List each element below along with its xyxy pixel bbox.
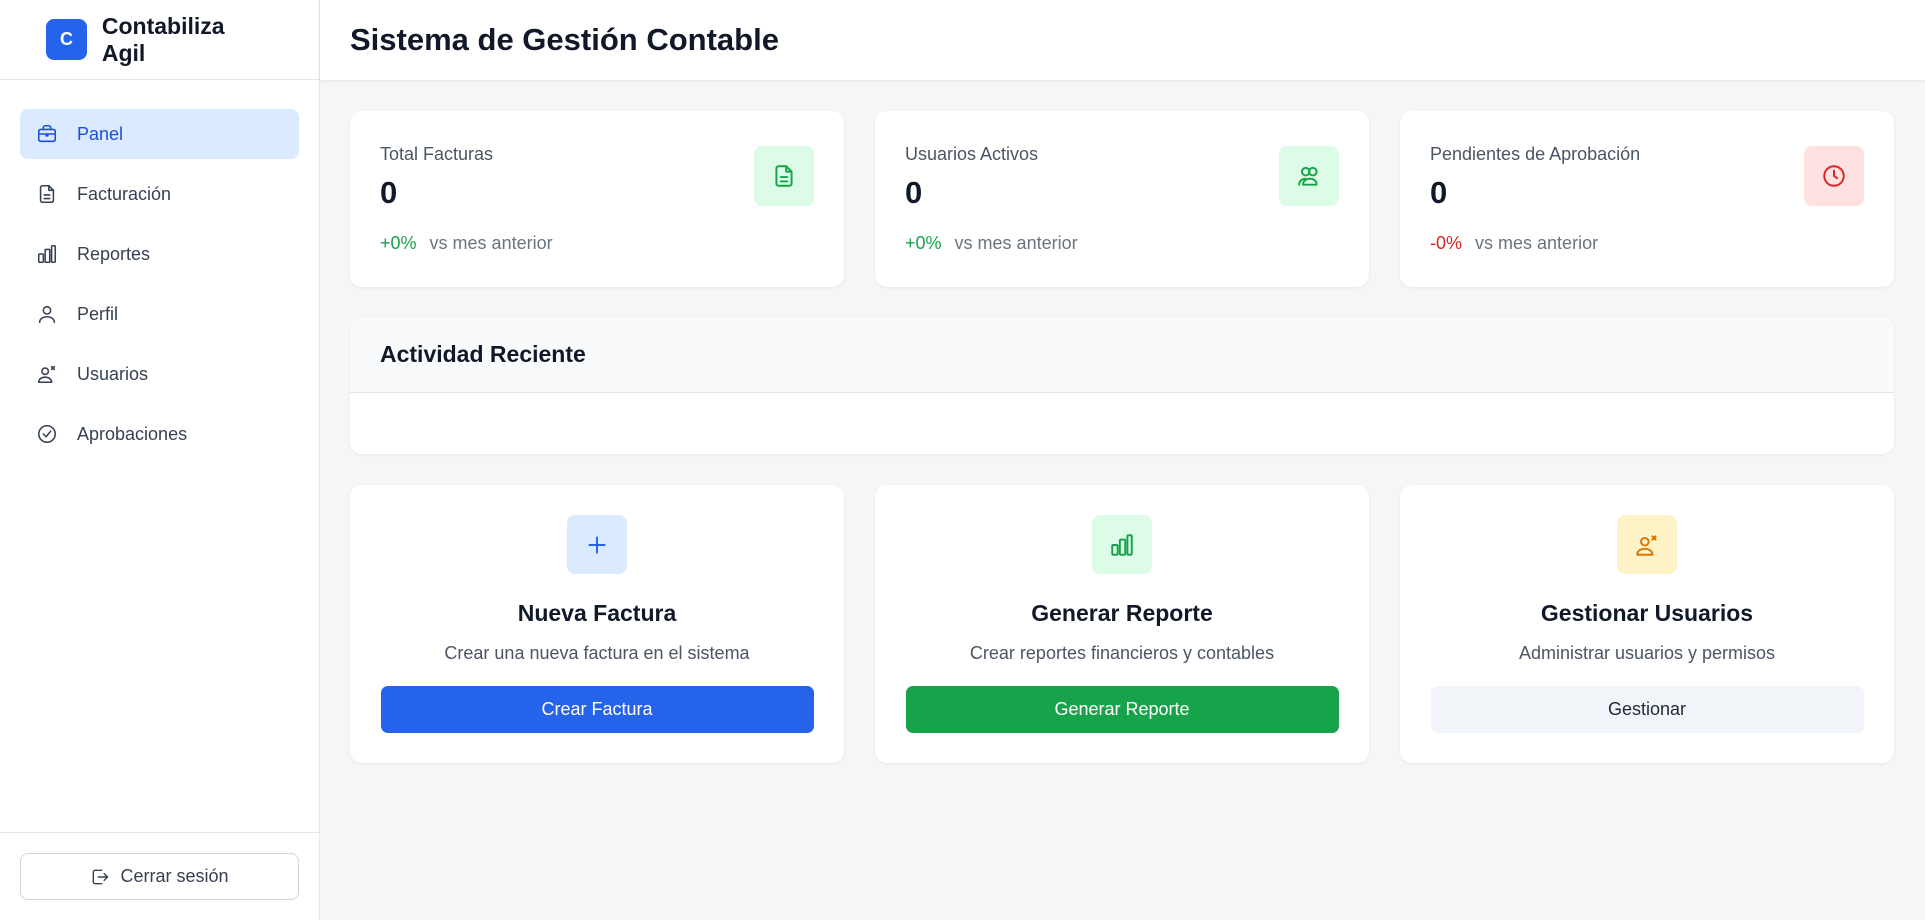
stat-compare: vs mes anterior	[954, 233, 1078, 253]
stat-label: Pendientes de Aprobación	[1430, 144, 1641, 164]
page-title: Sistema de Gestión Contable	[350, 22, 779, 57]
action-title: Generar Reporte	[1031, 600, 1213, 627]
recent-activity-panel: Actividad Reciente	[350, 317, 1894, 454]
sidebar-item-reportes[interactable]: Reportes	[20, 229, 299, 279]
bar-chart-icon	[35, 242, 59, 266]
sidebar-item-usuarios[interactable]: Usuarios	[20, 349, 299, 399]
stat-change: +0% vs mes anterior	[380, 233, 814, 254]
sidebar-item-perfil[interactable]: Perfil	[20, 289, 299, 339]
content: Total Facturas 0 +0% vs mes anterior Usu…	[320, 80, 1925, 763]
stat-delta: +0%	[905, 233, 942, 253]
main: Sistema de Gestión Contable Total Factur…	[320, 0, 1925, 920]
briefcase-icon	[35, 122, 59, 146]
logout-label: Cerrar sesión	[120, 866, 229, 886]
logout-icon	[93, 869, 109, 884]
action-description: Crear reportes financieros y contables	[969, 643, 1275, 664]
action-description: Administrar usuarios y permisos	[1518, 643, 1776, 664]
stat-change: +0% vs mes anterior	[905, 233, 1339, 254]
action-title: Gestionar Usuarios	[1540, 600, 1754, 627]
logout-button[interactable]: Cerrar sesión	[20, 853, 299, 900]
action-card-generar-reporte: Generar Reporte Crear reportes financier…	[875, 485, 1369, 763]
stat-card-usuarios-activos: Usuarios Activos 0 +0% vs mes anterior	[875, 111, 1369, 287]
stat-compare: vs mes anterior	[1475, 233, 1599, 253]
generate-report-button[interactable]: Generar Reporte	[905, 686, 1339, 733]
action-description: Crear una nueva factura en el sistema	[444, 643, 750, 664]
brand-logo: C	[46, 19, 87, 60]
document-icon	[35, 182, 59, 206]
stat-value: 0	[905, 175, 923, 210]
stat-value: 0	[380, 175, 398, 210]
recent-activity-title: Actividad Reciente	[380, 341, 586, 367]
stat-card-pendientes: Pendientes de Aprobación 0 -0% vs mes an…	[1400, 111, 1894, 287]
user-cog-icon	[35, 362, 59, 386]
plus-icon	[567, 515, 627, 575]
sidebar-nav: Panel Facturación Reportes Perfil Usuari…	[0, 80, 319, 832]
stat-delta: -0%	[1430, 233, 1463, 253]
stat-card-total-facturas: Total Facturas 0 +0% vs mes anterior	[350, 111, 844, 287]
sidebar-item-panel[interactable]: Panel	[20, 109, 299, 159]
document-icon	[754, 146, 814, 206]
sidebar-footer: Cerrar sesión	[0, 832, 319, 920]
sidebar-item-label: Facturación	[77, 183, 172, 204]
recent-activity-header: Actividad Reciente	[350, 317, 1894, 393]
sidebar-item-label: Perfil	[77, 303, 119, 324]
create-invoice-button[interactable]: Crear Factura	[380, 686, 814, 733]
bar-chart-icon	[1092, 515, 1152, 575]
user-icon	[35, 302, 59, 326]
action-title: Nueva Factura	[517, 600, 677, 627]
brand-name: Contabiliza Agil	[101, 12, 225, 66]
sidebar-item-label: Usuarios	[77, 363, 149, 384]
stat-label: Total Facturas	[380, 144, 494, 164]
sidebar-item-aprobaciones[interactable]: Aprobaciones	[20, 409, 299, 459]
sidebar-item-label: Reportes	[77, 243, 151, 264]
sidebar-item-label: Panel	[77, 123, 124, 144]
stat-label: Usuarios Activos	[905, 144, 1039, 164]
header: Sistema de Gestión Contable	[320, 0, 1925, 80]
stat-delta: +0%	[380, 233, 417, 253]
manage-users-button[interactable]: Gestionar	[1430, 686, 1864, 733]
stat-compare: vs mes anterior	[429, 233, 553, 253]
sidebar: C Contabiliza Agil Panel Facturación Rep…	[0, 0, 320, 920]
user-cog-icon	[1617, 515, 1677, 575]
users-icon	[1279, 146, 1339, 206]
action-card-gestionar-usuarios: Gestionar Usuarios Administrar usuarios …	[1400, 485, 1894, 763]
actions-row: Nueva Factura Crear una nueva factura en…	[350, 485, 1894, 763]
action-card-nueva-factura: Nueva Factura Crear una nueva factura en…	[350, 485, 844, 763]
stats-row: Total Facturas 0 +0% vs mes anterior Usu…	[350, 111, 1894, 287]
sidebar-item-facturacion[interactable]: Facturación	[20, 169, 299, 219]
check-circle-icon	[35, 422, 59, 446]
brand: C Contabiliza Agil	[0, 0, 319, 80]
sidebar-item-label: Aprobaciones	[77, 423, 188, 444]
clock-icon	[1804, 146, 1864, 206]
stat-value: 0	[1430, 175, 1448, 210]
stat-change: -0% vs mes anterior	[1430, 233, 1864, 254]
